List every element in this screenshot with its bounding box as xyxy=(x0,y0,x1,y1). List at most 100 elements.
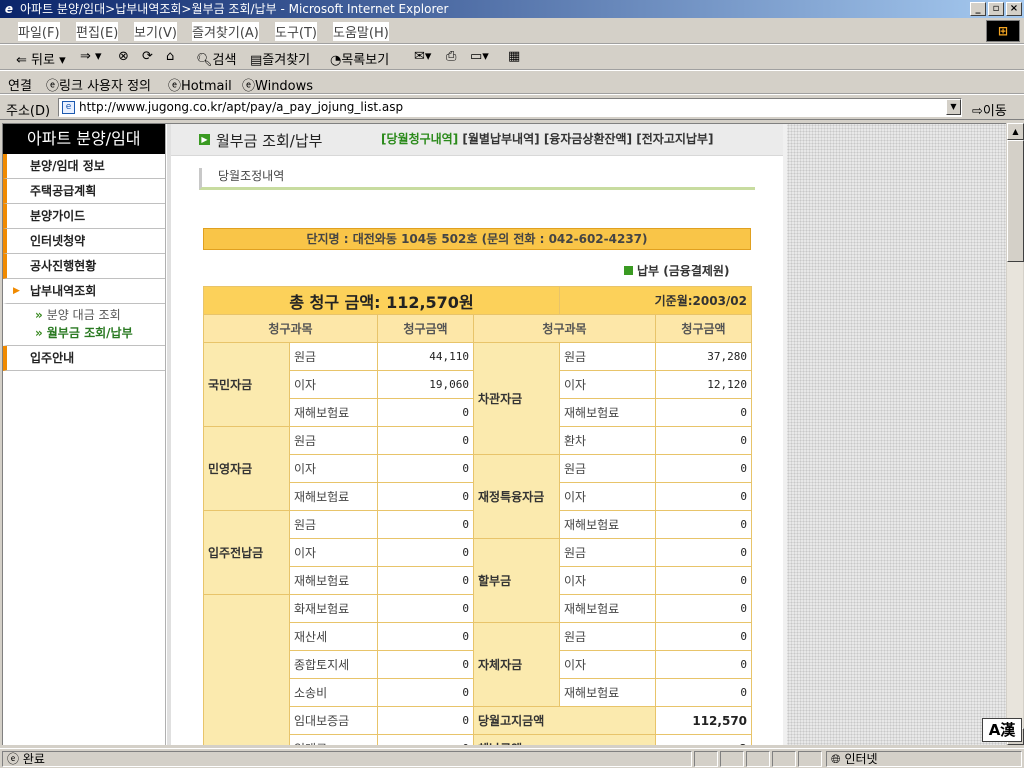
links-bar: 연결 ⓔ링크 사용자 정의 ⓔHotmail ⓔWindows xyxy=(0,70,1024,94)
amount-cell: 44,110 xyxy=(377,342,474,371)
sidebar-item-payment-history[interactable]: ▶ 납부내역조회 xyxy=(3,279,165,304)
item-cell: 원금 xyxy=(559,342,657,371)
vertical-scrollbar[interactable]: ▲ ▼ xyxy=(1006,123,1024,745)
link-windows[interactable]: ⓔWindows xyxy=(242,75,313,94)
window-title: 아파트 분양/임대>납부내역조회>월부금 조회/납부 - Microsoft I… xyxy=(20,2,449,16)
category-cell xyxy=(203,594,290,745)
minimize-button[interactable]: _ xyxy=(970,2,986,16)
item-cell: 원금 xyxy=(559,538,657,567)
table-row: 국민자금 원금 44,110 차관자금 원금 37,280 xyxy=(203,342,753,455)
go-button[interactable]: ⇨이동 xyxy=(972,100,1007,119)
menu-view[interactable]: 보기(V) xyxy=(134,22,177,41)
scroll-thumb[interactable] xyxy=(1007,140,1024,262)
tab-loan-balance[interactable]: [융자금상환잔액] xyxy=(544,132,632,146)
link-customize[interactable]: ⓔ링크 사용자 정의 xyxy=(46,75,151,94)
title-bar: e 아파트 분양/임대>납부내역조회>월부금 조회/납부 - Microsoft… xyxy=(0,0,1024,18)
amount-cell: 37,280 xyxy=(655,342,753,371)
tab-e-bill[interactable]: [전자고지납부] xyxy=(636,132,713,146)
amount-cell: 0 xyxy=(655,622,753,651)
search-button[interactable]: 🔍︎검색 xyxy=(196,49,236,68)
menu-tools[interactable]: 도구(T) xyxy=(275,22,318,41)
sidebar-item-sale-guide[interactable]: 분양가이드 xyxy=(3,204,165,229)
base-month: 기준월:2003/02 xyxy=(559,286,753,315)
main-content: ▶ 월부금 조회/납부 [당월청구내역] [월별납부내역] [융자금상환잔액] … xyxy=(171,124,783,745)
item-cell: 재해보험료 xyxy=(289,482,378,511)
status-cell xyxy=(746,751,770,767)
category-cell: 차관자금 xyxy=(472,342,561,455)
stop-button[interactable]: ⊗ xyxy=(118,49,129,64)
category-cell: 국민자금 xyxy=(203,342,290,427)
amount-cell: 0 xyxy=(377,566,474,595)
back-button[interactable]: ⇐ 뒤로 ▾ xyxy=(16,49,66,68)
item-cell: 이자 xyxy=(289,370,378,399)
item-cell: 원금 xyxy=(559,454,657,483)
amount-cell: 0 xyxy=(377,426,474,455)
submenu-item-sale-payment[interactable]: » 분양 대금 조회 xyxy=(35,306,165,324)
security-zone: 🌐︎ 인터넷 xyxy=(826,751,1022,767)
content-tabs: [당월청구내역] [월별납부내역] [융자금상환잔액] [전자고지납부] xyxy=(381,130,713,147)
restore-button[interactable]: ▫ xyxy=(988,2,1004,16)
left-sidebar: 아파트 분양/임대 분양/임대 정보 주택공급계획 분양가이드 인터넷청약 공사… xyxy=(3,124,166,745)
double-arrow-icon: » xyxy=(35,326,43,340)
sidebar-item-sale-info[interactable]: 분양/임대 정보 xyxy=(3,154,165,179)
close-button[interactable]: × xyxy=(1006,2,1022,16)
sidebar-item-online-application[interactable]: 인터넷청약 xyxy=(3,229,165,254)
complex-info-bar: 단지명 : 대전와동 104동 502호 (문의 전화 : 042-602-42… xyxy=(203,228,751,250)
menu-bar: 파일(F) 편집(E) 보기(V) 즐겨찾기(A) 도구(T) 도움말(H) xyxy=(0,18,1024,44)
edit-button[interactable]: ▭▾ xyxy=(470,49,489,64)
address-input[interactable]: e http://www.jugong.co.kr/apt/pay/a_pay_… xyxy=(58,98,962,117)
windows-logo-icon: ⊞ xyxy=(986,20,1020,42)
sidebar-nav: 분양/임대 정보 주택공급계획 분양가이드 인터넷청약 공사진행현황 ▶ 납부내역… xyxy=(3,154,165,304)
link-hotmail[interactable]: ⓔHotmail xyxy=(168,75,232,94)
links-label: 연결 xyxy=(8,79,32,94)
sidebar-item-move-in[interactable]: 입주안내 xyxy=(3,346,165,371)
submenu-item-monthly-payment[interactable]: » 월부금 조회/납부 xyxy=(35,324,165,342)
history-icon: ◔ xyxy=(330,53,342,68)
stop-icon: ⊗ xyxy=(118,49,129,64)
item-cell: 임대보증금 xyxy=(289,706,378,735)
ime-indicator[interactable]: A漢 xyxy=(982,718,1022,742)
item-cell: 이자 xyxy=(559,482,657,511)
refresh-button[interactable]: ⟳ xyxy=(142,49,153,64)
category-cell: 자체자금 xyxy=(472,622,561,707)
item-cell: 재산세 xyxy=(289,622,378,651)
tab-current-bill[interactable]: [당월청구내역] xyxy=(381,132,458,146)
item-cell: 임대료 xyxy=(289,734,378,745)
total-amount: 총 청구 금액: 112,570원 xyxy=(202,286,561,315)
favorites-button[interactable]: ▤즐겨찾기 xyxy=(250,49,310,68)
category-cell: 할부금 xyxy=(472,538,561,623)
mail-button[interactable]: ✉▾ xyxy=(414,49,431,64)
section-subtitle: 당월조정내역 xyxy=(199,168,755,190)
column-header: 청구과목 xyxy=(203,314,378,343)
pay-link[interactable]: 납부 (금융결제원) xyxy=(624,262,729,279)
menu-edit[interactable]: 편집(E) xyxy=(76,22,119,41)
menu-file[interactable]: 파일(F) xyxy=(18,22,60,41)
sidebar-item-supply-plan[interactable]: 주택공급계획 xyxy=(3,179,165,204)
amount-cell: 0 xyxy=(377,398,474,427)
history-button[interactable]: ◔목록보기 xyxy=(330,49,389,68)
scroll-up-button[interactable]: ▲ xyxy=(1007,123,1024,140)
amount-cell: 0 xyxy=(377,734,474,745)
sidebar-item-construction-status[interactable]: 공사진행현황 xyxy=(3,254,165,279)
amount-cell: 0 xyxy=(377,622,474,651)
address-dropdown-button[interactable]: ▼ xyxy=(946,99,961,115)
amount-cell: 0 xyxy=(655,454,753,483)
home-button[interactable]: ⌂ xyxy=(166,49,174,64)
forward-arrow-icon: ⇒ xyxy=(80,49,91,64)
status-cell xyxy=(772,751,796,767)
status-text: ⓔ 완료 xyxy=(2,751,692,767)
print-button[interactable]: ⎙ xyxy=(446,49,456,64)
amount-cell: 19,060 xyxy=(377,370,474,399)
forward-button[interactable]: ⇒ ▾ xyxy=(80,49,102,64)
page-viewport: 아파트 분양/임대 분양/임대 정보 주택공급계획 분양가이드 인터넷청약 공사… xyxy=(2,123,1006,745)
tab-monthly-payments[interactable]: [월별납부내역] xyxy=(462,132,539,146)
total-row: 총 청구 금액: 112,570원 기준월:2003/02 xyxy=(202,286,753,315)
menu-help[interactable]: 도움말(H) xyxy=(333,22,389,41)
go-arrow-icon: ⇨ xyxy=(972,104,983,119)
discuss-button[interactable]: ▦ xyxy=(508,49,520,64)
sidebar-title: 아파트 분양/임대 xyxy=(3,124,165,154)
menu-favorites[interactable]: 즐겨찾기(A) xyxy=(192,22,259,41)
item-cell: 재해보험료 xyxy=(289,398,378,427)
amount-cell: 0 xyxy=(377,538,474,567)
standard-toolbar: ⇐ 뒤로 ▾ ⇒ ▾ ⊗ ⟳ ⌂ 🔍︎검색 ▤즐겨찾기 ◔목록보기 ✉▾ ⎙ ▭… xyxy=(0,44,1024,70)
